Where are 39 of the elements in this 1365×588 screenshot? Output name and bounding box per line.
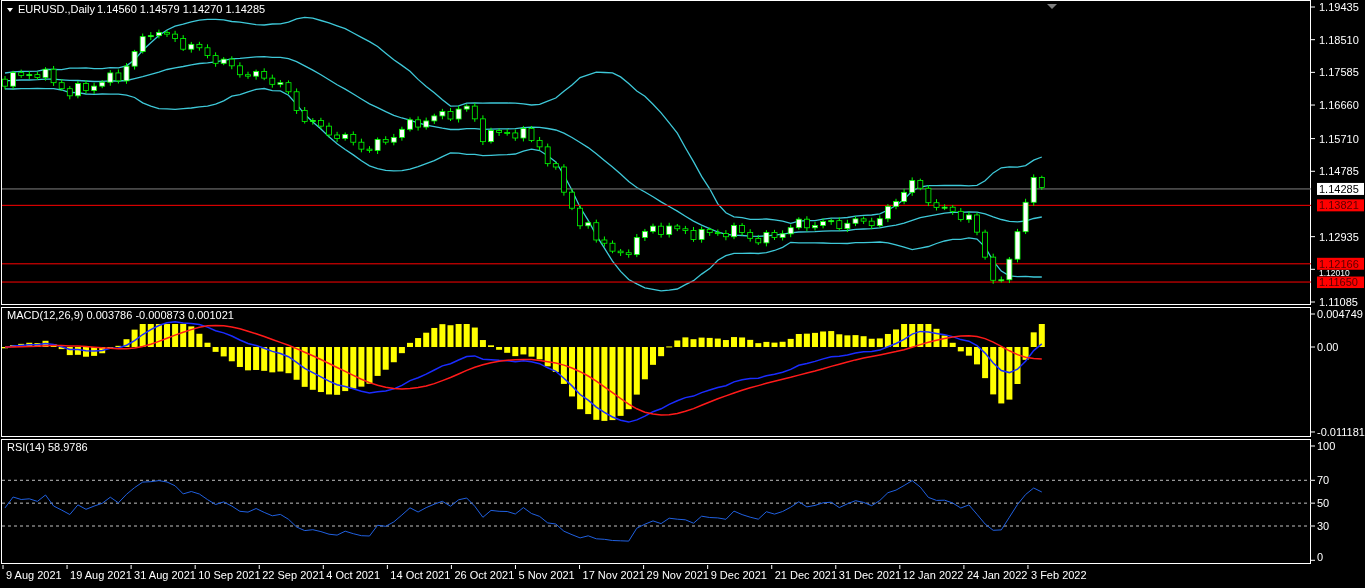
time-axis-label: 21 Dec 2021 (771, 565, 838, 581)
rsi-axis-label: 30 (1310, 520, 1330, 532)
price-axis-label: 1.18510 (1310, 33, 1359, 46)
time-axis-label: 5 Nov 2021 (515, 565, 575, 581)
rsi-axis-label: 70 (1310, 474, 1330, 487)
price-axis-label: 1.19435 (1310, 1, 1359, 13)
price-axis-label: 1.11085 (1310, 296, 1358, 306)
time-axis-label: 26 Oct 2021 (450, 565, 515, 581)
macd-axis-label: -0.011181 (1310, 426, 1365, 438)
time-axis-label: 17 Nov 2021 (579, 565, 645, 581)
macd-label: MACD(12,26,9) 0.003786 -0.000873 0.001021 (7, 309, 234, 321)
price-axis-label: 1.12935 (1310, 230, 1359, 243)
macd-axis-label: 0.00 (1310, 341, 1339, 353)
price-tag: 1.12166 (1317, 257, 1364, 270)
chart-ohlc: 1.14560 1.14579 1.14270 1.14285 (97, 3, 266, 15)
time-axis-label: 29 Nov 2021 (643, 565, 709, 581)
time-axis-label: 19 Aug 2021 (66, 565, 132, 581)
rsi-axis-label: 50 (1310, 497, 1330, 510)
time-axis-label: 14 Oct 2021 (386, 565, 451, 581)
price-axis-label: 1.14785 (1310, 165, 1359, 178)
time-axis-label: 9 Dec 2021 (707, 565, 767, 581)
time-axis-label: 12 Jan 2022 (899, 565, 964, 581)
price-tag: 1.14285 (1317, 182, 1364, 195)
price-axis-label: 1.16660 (1310, 99, 1359, 112)
rsi-label: RSI(14) 58.9786 (7, 441, 88, 453)
time-axis-label: 10 Sep 2021 (194, 565, 261, 581)
time-axis-label: 24 Jan 2022 (963, 565, 1028, 581)
chart-symbol: EURUSD.,Daily (18, 3, 95, 15)
rsi-axis-label: 0 (1310, 551, 1324, 563)
price-axis-label: 1.15710 (1310, 132, 1359, 145)
price-tag: 1.13821 (1317, 199, 1364, 212)
time-axis-label: 31 Dec 2021 (835, 565, 902, 581)
price-axis-label: 1.12010 (1310, 268, 1364, 279)
macd-axis-label: 0.004749 (1310, 308, 1363, 320)
time-axis-label: 3 Feb 2022 (1027, 565, 1087, 581)
time-axis-label: 9 Aug 2021 (2, 565, 62, 581)
time-axis-label: 31 Aug 2021 (130, 565, 196, 581)
price-axis-label: 1.17585 (1310, 66, 1359, 79)
rsi-axis-label: 100 (1310, 440, 1336, 452)
